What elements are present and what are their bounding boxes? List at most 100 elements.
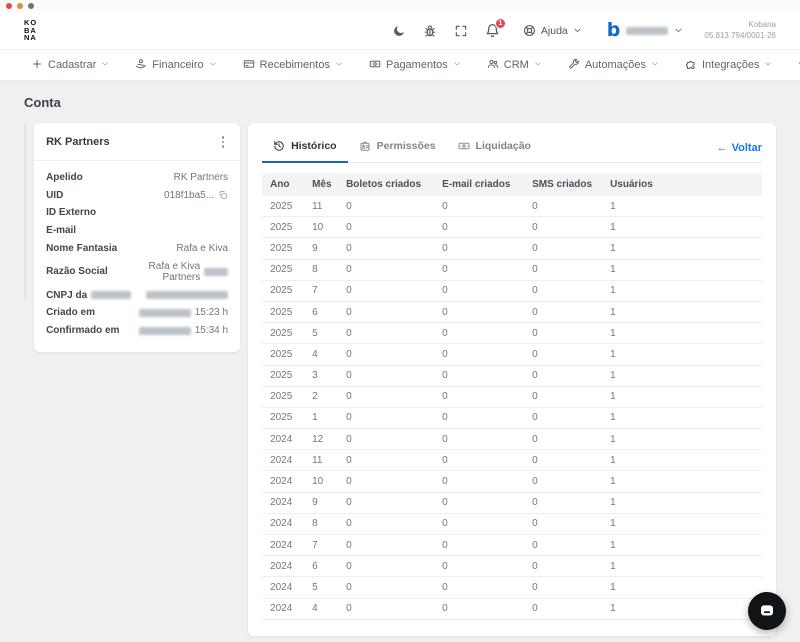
fullscreen-button[interactable]	[454, 24, 468, 38]
panel-tabs: Histórico Permissões Liquidação ← Voltar	[262, 133, 762, 163]
table-cell: 2024	[262, 598, 304, 619]
table-cell: 11	[304, 450, 338, 471]
table-row: 202590001	[262, 238, 762, 259]
table-body: 2025110001202510000120259000120258000120…	[262, 196, 762, 619]
table-row: 202440001	[262, 598, 762, 619]
nav-item-automacoes[interactable]: Automações	[555, 58, 672, 73]
copy-icon[interactable]	[218, 190, 228, 200]
tab-label: Permissões	[377, 140, 436, 152]
table-cell: 0	[434, 386, 524, 407]
bug-report-button[interactable]	[423, 24, 437, 38]
table-cell: 0	[524, 323, 602, 344]
avatar: b	[607, 21, 621, 40]
table-cell: 0	[434, 280, 524, 301]
help-label: Ajuda	[541, 25, 568, 37]
table-cell: 1	[602, 323, 762, 344]
chat-launcher-button[interactable]	[748, 592, 786, 630]
redacted-text	[204, 268, 228, 276]
sidebar-item-usuarios[interactable]: Usuários	[25, 174, 26, 199]
back-link[interactable]: ← Voltar	[717, 142, 762, 154]
table-cell: 2025	[262, 238, 304, 259]
table-cell: 0	[434, 301, 524, 322]
table-cell: 0	[434, 450, 524, 471]
table-cell: 2024	[262, 471, 304, 492]
nav-item-cadastrar[interactable]: Cadastrar	[18, 58, 122, 73]
sidebar-item-telefones[interactable]: Telefones	[25, 149, 26, 174]
table-cell: 0	[338, 577, 434, 598]
field-value: Rafa e Kiva	[176, 243, 228, 254]
sidebar-item-etiquetas[interactable]: Etiquetas	[25, 199, 26, 224]
window-zoom-button[interactable]	[28, 3, 34, 9]
field-value: 15:34 h	[195, 325, 228, 336]
window-close-button[interactable]	[6, 3, 12, 9]
nav-item-pagamentos[interactable]: Pagamentos	[356, 58, 474, 73]
table-cell: 0	[434, 407, 524, 428]
tab-liquidacao[interactable]: Liquidação	[447, 133, 542, 163]
account-menu[interactable]: b	[607, 21, 684, 40]
chat-bubble-icon	[758, 602, 776, 620]
notifications-button[interactable]: 1	[485, 23, 500, 38]
column-header: Boletos criados	[338, 173, 434, 196]
tab-historico[interactable]: Histórico	[262, 133, 348, 163]
table-cell: 0	[434, 535, 524, 556]
table-cell: 1	[602, 535, 762, 556]
table-cell: 2025	[262, 301, 304, 322]
table-cell: 0	[338, 301, 434, 322]
nav-item-financeiro[interactable]: Financeiro	[122, 58, 229, 73]
field-value: 15:23 h	[195, 307, 228, 318]
back-label: Voltar	[732, 142, 762, 154]
nav-item-label: Automações	[585, 59, 646, 71]
table-cell: 6	[304, 301, 338, 322]
table-cell: 0	[434, 556, 524, 577]
table-cell: 0	[434, 259, 524, 280]
kobana-logo[interactable]: KO BA NA	[24, 19, 37, 43]
table-cell: 1	[602, 259, 762, 280]
table-cell: 0	[524, 577, 602, 598]
table-row: 202470001	[262, 535, 762, 556]
nav-item-crm[interactable]: CRM	[474, 58, 555, 73]
help-menu[interactable]: Ajuda	[523, 24, 582, 37]
kebab-menu-button[interactable]	[218, 134, 229, 150]
table-cell: 0	[338, 386, 434, 407]
sidebar-item-configuracoes-gerais[interactable]: Configurações Gerais	[25, 249, 26, 274]
money-icon	[369, 58, 381, 73]
table-cell: 1	[602, 217, 762, 238]
table-cell: 2	[304, 386, 338, 407]
table-cell: 0	[524, 386, 602, 407]
lifebuoy-icon	[523, 24, 536, 37]
table-row: 2024110001	[262, 450, 762, 471]
table-cell: 1	[602, 471, 762, 492]
nav-item-administracao[interactable]: Administração	[785, 58, 800, 73]
table-row: 202510001	[262, 407, 762, 428]
table-cell: 0	[338, 513, 434, 534]
nav-item-recebimentos[interactable]: Recebimentos	[230, 58, 356, 73]
table-cell: 10	[304, 217, 338, 238]
field-label: UID	[46, 190, 63, 201]
column-header: SMS criados	[524, 173, 602, 196]
table-cell: 2025	[262, 280, 304, 301]
dark-mode-toggle[interactable]	[392, 24, 406, 38]
table-cell: 0	[338, 259, 434, 280]
sidebar-item-operacoes[interactable]: Operações	[25, 274, 26, 299]
table-cell: 0	[338, 280, 434, 301]
field-label: ID Externo	[46, 207, 96, 218]
table-row: 202580001	[262, 259, 762, 280]
notification-badge: 1	[495, 18, 506, 29]
chevron-down-icon	[534, 59, 542, 71]
table-cell: 2024	[262, 492, 304, 513]
org-name: Kobana	[704, 20, 776, 31]
tab-permissoes[interactable]: Permissões	[348, 133, 447, 163]
chevron-down-icon	[453, 59, 461, 71]
sidebar-item-subcontas[interactable]: Subcontas	[25, 224, 26, 249]
table-cell: 2025	[262, 365, 304, 386]
history-icon	[273, 140, 285, 152]
sidebar-item-dados-cadastrais[interactable]: Dados Cadastrais	[25, 124, 26, 149]
table-cell: 0	[524, 365, 602, 386]
detail-field-row: Confirmado em15:34 h	[34, 322, 240, 340]
detail-card-title: RK Partners	[46, 136, 110, 148]
table-cell: 9	[304, 492, 338, 513]
chevron-down-icon	[573, 26, 582, 35]
table-header: AnoMêsBoletos criadosE-mail criadosSMS c…	[262, 173, 762, 196]
window-minimize-button[interactable]	[17, 3, 23, 9]
nav-item-integracoes[interactable]: Integrações	[672, 58, 785, 73]
